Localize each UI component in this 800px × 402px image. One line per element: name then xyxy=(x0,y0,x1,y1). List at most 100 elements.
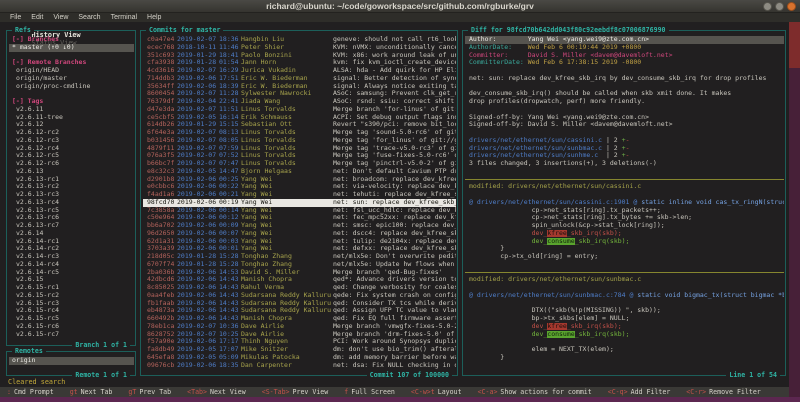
minimize-icon[interactable] xyxy=(763,2,772,11)
menu-search[interactable]: Search xyxy=(73,14,105,21)
ref-item[interactable]: v2.6.15-rc3 xyxy=(9,300,134,308)
scrollbar[interactable] xyxy=(789,22,800,397)
ref-item[interactable]: v2.6.13-rc3 xyxy=(9,191,134,199)
commit-row[interactable]: 96d26502019-02-0600:07Yang Weinet: dscc4… xyxy=(143,230,456,238)
menu-terminal[interactable]: Terminal xyxy=(106,14,142,21)
ref-item[interactable]: origin/master xyxy=(9,75,134,83)
ref-item[interactable]: v2.6.15-rc1 xyxy=(9,284,134,292)
maximize-icon[interactable] xyxy=(775,2,784,11)
commit-row[interactable]: c0a47e42019-02-0718:36Hangbin Liugeneve:… xyxy=(143,36,456,44)
ref-item[interactable]: v2.6.13-rc5 xyxy=(9,207,134,215)
commit-row[interactable]: e8c32c32019-02-0514:47Bjorn Helgaasnet: … xyxy=(143,168,456,176)
commit-author: Dave Airlie xyxy=(241,331,333,339)
ref-item[interactable]: v2.6.12-rc6 xyxy=(9,160,134,168)
ref-item[interactable]: v2.6.15-rc7 xyxy=(9,331,134,339)
ref-item[interactable]: v2.6.13-rc2 xyxy=(9,183,134,191)
commit-row[interactable]: e0cbbc62019-02-0600:22Yang Weinet: via-v… xyxy=(143,183,456,191)
titlebar[interactable]: richard@ubuntu: ~/code/goworkspace/src/g… xyxy=(0,0,800,13)
ref-item[interactable]: origin xyxy=(9,357,134,365)
commit-row[interactable]: ecec7682018-10-1111:46Peter ShierKVM: nV… xyxy=(143,44,456,52)
ref-item[interactable]: v2.6.11 xyxy=(9,106,134,114)
commit-row[interactable]: 4879f112019-02-0707:59Linus TorvaldsMerg… xyxy=(143,145,456,153)
commit-row[interactable]: f4ad1a62019-02-0600:21Yang Weinet: tehut… xyxy=(143,191,456,199)
commit-row[interactable]: cfa39382019-01-2801:54Jann Hornkvm: fix … xyxy=(143,59,456,67)
ref-section[interactable]: [-] Remote Branches xyxy=(9,59,134,67)
scrollbar-thumb[interactable] xyxy=(789,22,800,68)
ref-section[interactable]: [-] Tags xyxy=(9,98,134,106)
commit-row[interactable]: fb1faab2019-02-0614:43Sudarsana Reddy Ka… xyxy=(143,300,456,308)
ref-item[interactable]: v2.6.13-rc7 xyxy=(9,222,134,230)
ref-section[interactable]: [-] Branches xyxy=(9,36,134,44)
ref-item[interactable]: v2.6.13 xyxy=(9,168,134,176)
commit-row[interactable]: 714ddb32019-02-0617:51Eric W. Biedermans… xyxy=(143,75,456,83)
commit-row[interactable]: 76379df2019-02-0422:41Jiada WangASoC: rs… xyxy=(143,98,456,106)
commit-time: 07:59 xyxy=(219,145,241,153)
commit-row[interactable]: 6707f742019-01-2815:28Tonghao Zhangnet/m… xyxy=(143,261,456,269)
commit-row[interactable]: 78eb1ca2019-02-0710:36Dave AirlieMerge b… xyxy=(143,323,456,331)
ref-item[interactable]: origin/proc-cmdline xyxy=(9,83,134,91)
commit-row[interactable]: 62d1a312019-02-0600:03Yang Weinet: tulip… xyxy=(143,238,456,246)
commit-row[interactable]: d2901b82019-02-0600:25Yang Weinet: broad… xyxy=(143,176,456,184)
commit-row[interactable]: 614db262019-01-2915:15Sebastian OttRever… xyxy=(143,121,456,129)
ref-item[interactable]: v2.6.15-rc4 xyxy=(9,307,134,315)
ref-item[interactable]: v2.6.15-rc2 xyxy=(9,292,134,300)
commit-row[interactable]: 86287522019-02-0710:25Dave AirlieMerge b… xyxy=(143,331,456,339)
commit-row[interactable]: 09676cb2019-02-0618:35Dan Carpenternet: … xyxy=(143,362,456,370)
commit-row[interactable]: 660492b2019-02-0614:43Manish Chopraqed: … xyxy=(143,315,456,323)
commit-row[interactable]: bb6a7022019-02-0600:09Yang Weinet: smsc:… xyxy=(143,222,456,230)
ref-item[interactable]: v2.6.12-rc4 xyxy=(9,145,134,153)
ref-item[interactable]: v2.6.14-rc2 xyxy=(9,245,134,253)
commit-row[interactable]: 2ba036b2019-02-0614:53David S. MillerMer… xyxy=(143,269,456,277)
commit-row[interactable]: 4cd36162019-02-0716:29Jurica VukadinALSA… xyxy=(143,67,456,75)
commit-row[interactable]: 645efa82019-02-0505:09Mikulas Patockadm:… xyxy=(143,354,456,362)
commit-row[interactable]: 7c3858a2019-02-0600:14Yang Weinet: fsl_u… xyxy=(143,207,456,215)
commit-sha: 714ddb3 xyxy=(147,75,177,83)
ref-item[interactable]: v2.6.13-rc6 xyxy=(9,214,134,222)
ref-item[interactable]: v2.6.13-rc1 xyxy=(9,176,134,184)
ref-item[interactable]: v2.6.15 xyxy=(9,276,134,284)
ref-item[interactable]: v2.6.12-rc3 xyxy=(9,137,134,145)
menu-edit[interactable]: Edit xyxy=(26,14,48,21)
menu-help[interactable]: Help xyxy=(142,14,166,21)
ref-item[interactable]: v2.6.14-rc3 xyxy=(9,253,134,261)
ref-item[interactable]: v2.6.12-rc5 xyxy=(9,152,134,160)
ref-item[interactable]: v2.6.15-rc5 xyxy=(9,315,134,323)
ref-item[interactable]: origin/HEAD xyxy=(9,67,134,75)
commit-row[interactable]: f57a90e2019-02-0617:17Thinh NguyenPCI: W… xyxy=(143,338,456,346)
commit-row[interactable]: ce5cbf52019-02-0516:14Erik SchmaussACPI:… xyxy=(143,114,456,122)
commit-date: 2019-02-07 xyxy=(177,36,219,44)
commit-row[interactable]: 98fcd702019-02-0600:19Yang Weinet: sun: … xyxy=(143,199,456,207)
ref-item[interactable]: v2.6.14-rc4 xyxy=(9,261,134,269)
commit-row[interactable]: 076a3f52019-02-0707:52Linus TorvaldsMerg… xyxy=(143,152,456,160)
commit-row[interactable]: 351c6932019-01-2918:41Paolo BonziniKVM: … xyxy=(143,52,456,60)
close-icon[interactable] xyxy=(787,2,796,11)
commit-row[interactable]: b66bc7f2019-02-0707:47Linus TorvaldsMerg… xyxy=(143,160,456,168)
menu-view[interactable]: View xyxy=(48,14,73,21)
commit-row[interactable]: b0314562019-02-0708:05Linus TorvaldsMerg… xyxy=(143,137,456,145)
diff-line: cp->net_stats[ring].tx_bytes += skb->len… xyxy=(465,214,784,222)
commit-row[interactable]: eb4873a2019-02-0614:43Sudarsana Reddy Ka… xyxy=(143,307,456,315)
commit-row[interactable]: 218d05c2019-01-2815:28Tonghao Zhangnet/m… xyxy=(143,253,456,261)
ref-item[interactable]: v2.6.12-rc2 xyxy=(9,129,134,137)
commit-row[interactable]: 35634ff2019-02-0618:39Eric W. Biedermans… xyxy=(143,83,456,91)
commit-row[interactable]: fa8db492019-02-0517:07Mike Snitzerdm: do… xyxy=(143,346,456,354)
ref-item[interactable]: v2.6.15-rc6 xyxy=(9,323,134,331)
commit-row[interactable]: 0aa4feb2019-02-0614:43Sudarsana Reddy Ka… xyxy=(143,292,456,300)
commit-row[interactable]: d47e3da2019-02-0711:51Linus TorvaldsMerg… xyxy=(143,106,456,114)
commit-row[interactable]: 8c850252019-02-0614:43Rahul Vermaqed: Ch… xyxy=(143,284,456,292)
ref-item[interactable]: v2.6.14-rc1 xyxy=(9,238,134,246)
ref-item[interactable]: * master (↑0 ↓0) xyxy=(9,44,134,52)
commit-row[interactable]: 42dbcd62019-02-0614:43Manish Chopraqed*:… xyxy=(143,276,456,284)
menu-file[interactable]: File xyxy=(5,14,26,21)
commit-date: 2019-02-06 xyxy=(177,183,219,191)
ref-item[interactable]: v2.6.11-tree xyxy=(9,114,134,122)
commit-row[interactable]: 3703a392019-02-0600:01Yang Weinet: defxx… xyxy=(143,245,456,253)
commit-row[interactable]: 6f64e3a2019-02-0708:13Linus TorvaldsMerg… xyxy=(143,129,456,137)
commit-row[interactable]: c50e9642019-02-0600:12Yang Weinet: fec_m… xyxy=(143,214,456,222)
commit-row[interactable]: 86004542019-02-0711:28Sylwester Nawrocki… xyxy=(143,90,456,98)
ref-item[interactable]: v2.6.14-rc5 xyxy=(9,269,134,277)
ref-item[interactable]: v2.6.14 xyxy=(9,230,134,238)
ref-item[interactable]: v2.6.12 xyxy=(9,121,134,129)
commit-summary: net: Don't default Cavium PTP dri xyxy=(333,168,456,176)
ref-item[interactable]: v2.6.13-rc4 xyxy=(9,199,134,207)
